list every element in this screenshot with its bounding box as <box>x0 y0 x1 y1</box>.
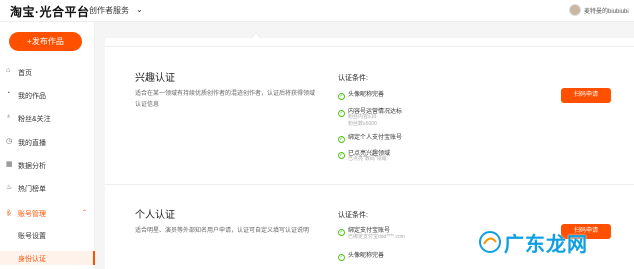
check-icon: ✓ <box>338 229 345 236</box>
creator-service-menu[interactable]: 创作者服务 <box>89 5 129 16</box>
sidebar-item-label: 数据分析 <box>18 163 46 170</box>
sidebar-item-analytics[interactable]: ▦ 数据分析 <box>0 159 95 173</box>
card-desc-personal: 适合明星、演员等外部知名用户申请，认证可自定义填写认证说明 <box>135 228 310 234</box>
condition-item: ✓ 头像昵称完善 <box>338 92 385 100</box>
check-icon: ✓ <box>338 136 345 143</box>
sidebar-item-fans[interactable]: ♁ 粉丝&关注 <box>0 112 95 126</box>
sidebar-item-label: 我的作品 <box>18 93 46 100</box>
home-icon: ⌂ <box>6 67 11 74</box>
card-title-personal: 个人认证 <box>135 210 175 221</box>
watermark-icon <box>479 231 501 253</box>
check-icon: ✓ <box>338 93 345 100</box>
live-icon: ◷ <box>6 138 13 145</box>
sidebar-item-label: 热门榜单 <box>18 186 46 193</box>
sidebar-item-hot[interactable]: ♨ 热门榜单 <box>0 182 95 196</box>
watermark-logo: 广东龙网 <box>478 224 628 264</box>
sidebar-item-home[interactable]: ⌂ 首页 <box>0 66 95 80</box>
hot-icon: ♨ <box>6 184 13 191</box>
fans-icon: ♁ <box>6 113 12 120</box>
sidebar-item-label: 账号管理 <box>18 211 46 218</box>
platform-logo[interactable]: 淘宝·光合平台 <box>10 3 90 20</box>
sidebar-item-label: 我的直播 <box>18 140 46 147</box>
sidebar-subitem-label: 身份认证 <box>18 256 46 263</box>
top-bar: 淘宝·光合平台 创作者服务 ⌄ 麦特曼的biubiubi <box>0 0 634 22</box>
check-icon: ✓ <box>338 152 345 159</box>
conditions-title: 认证条件: <box>338 212 368 219</box>
condition-item: ✓ 绑定个人支付宝账号 <box>338 135 403 143</box>
sidebar-subitem-label: 账号设置 <box>18 233 46 240</box>
chevron-down-icon[interactable]: ⌄ <box>136 5 143 14</box>
divider <box>105 46 634 47</box>
card-desc-interest: 适合在某一领域有持续优质创作者的混迹创作者，认证后将获得领域认证信息 <box>135 91 316 108</box>
avatar[interactable] <box>569 4 581 16</box>
tab-indicator <box>250 32 262 44</box>
condition-detail: 已绑定支付宝ddd****.com <box>348 234 405 240</box>
sidebar-subitem-account-settings[interactable]: 账号设置 <box>0 228 95 242</box>
app-root: 淘宝·光合平台 创作者服务 ⌄ 麦特曼的biubiubi +发布作品 ⌂ 首页 … <box>0 0 634 269</box>
publish-button[interactable]: +发布作品 <box>9 32 82 51</box>
sidebar: +发布作品 ⌂ 首页 ◔ 我的作品 ♁ 粉丝&关注 ◷ 我的直播 ▦ 数据分析 … <box>0 22 95 269</box>
check-icon: ✓ <box>338 110 345 117</box>
condition-item: ✓ 头像昵称完善 <box>338 253 385 261</box>
sidebar-item-works[interactable]: ◔ 我的作品 <box>0 89 95 103</box>
sidebar-item-account[interactable]: ꆜ 账号管理 ⌃ <box>0 207 95 221</box>
check-icon: ✓ <box>338 254 345 261</box>
sidebar-subitem-identity[interactable]: 身份认证 <box>0 251 95 265</box>
username[interactable]: 麦特曼的biubiubi <box>584 6 629 15</box>
divider <box>105 184 634 185</box>
sidebar-item-label: 首页 <box>18 70 32 77</box>
chart-icon: ▦ <box>6 161 13 168</box>
works-icon: ◔ <box>6 90 11 97</box>
watermark-text: 广东龙网 <box>504 234 588 256</box>
condition-detail: 已点亮"数码"领域 <box>348 156 387 162</box>
card-title-interest: 兴趣认证 <box>135 73 175 84</box>
sidebar-item-live[interactable]: ◷ 我的直播 <box>0 136 95 150</box>
sidebar-item-label: 粉丝&关注 <box>18 116 51 123</box>
conditions-title: 认证条件: <box>338 75 368 82</box>
condition-detail: 粉丝内容≥10 粉丝数≥5000 <box>348 114 377 127</box>
scan-apply-button[interactable]: 扫码申请 <box>561 88 611 103</box>
chevron-up-icon: ⌃ <box>82 210 88 216</box>
account-icon: ꆜ <box>6 211 12 218</box>
